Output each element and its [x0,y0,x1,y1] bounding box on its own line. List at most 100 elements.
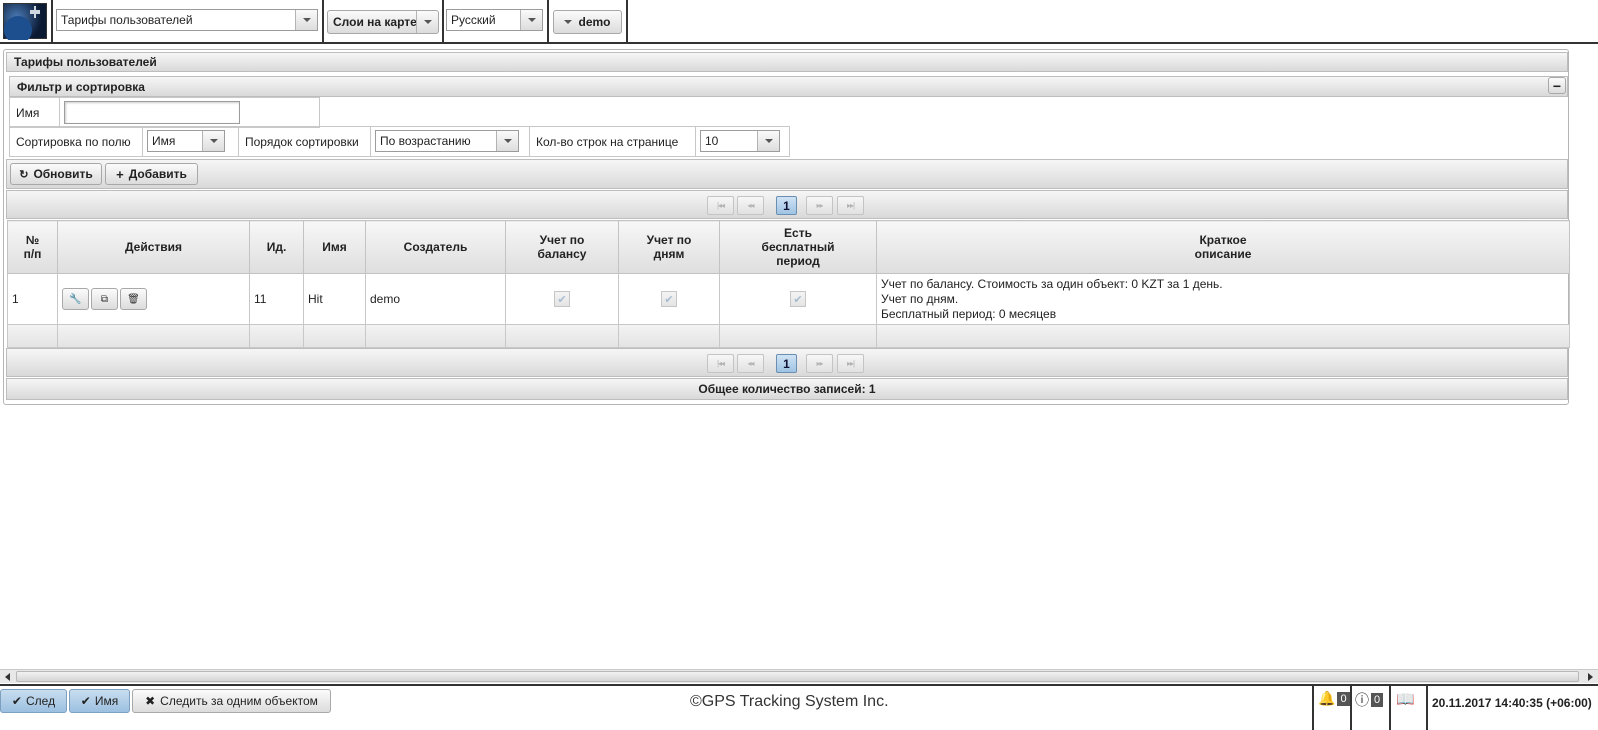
info-indicator[interactable]: ⓘ 0 [1355,690,1384,710]
horizontal-scrollbar[interactable] [0,669,1598,683]
info-icon: ⓘ [1355,692,1369,708]
plus-icon: + [116,166,124,182]
description-line: Учет по балансу. Стоимость за один объек… [881,276,1223,291]
pager-current-page[interactable]: 1 [776,196,797,215]
follow-next-toggle[interactable]: ✔ След [0,689,67,713]
rows-per-page-label: Кол-во строк на странице [529,126,696,157]
add-label: Добавить [128,167,187,181]
scroll-left-arrow[interactable] [0,670,15,683]
rows-per-page-select[interactable]: 10 [700,130,780,152]
balance-checkbox: ✔ [554,291,570,307]
col-header-free-period[interactable]: Есть бесплатный период [719,220,877,274]
cell-balance: ✔ [505,273,619,325]
book-icon[interactable]: 📖 [1396,690,1415,708]
check-icon: ✔ [793,293,803,306]
cell-free-period: ✔ [719,273,877,325]
description-line: Учет по дням. [881,291,959,306]
chevron-down-icon [564,20,573,24]
user-name: demo [578,15,611,29]
module-select[interactable]: Тарифы пользователей [56,9,318,31]
table-footer-row [7,324,1570,348]
datetime: 20.11.2017 14:40:35 (+06:00) [1432,696,1592,710]
chevron-down-icon [520,10,542,30]
filter-header: Фильтр и сортировка [9,76,1568,97]
col-header-num[interactable]: № п/п [7,220,58,274]
edit-button[interactable]: 🔧 [62,288,89,310]
table-header-row: № п/п Действия Ид. Имя Создатель Учет по… [7,220,1570,274]
scroll-right-arrow[interactable] [1583,670,1598,683]
language-select-value: Русский [451,13,496,27]
pager-next-button[interactable]: ▸▸ [806,196,833,215]
total-records-bar: Общее количество записей: 1 [6,378,1568,400]
table-row[interactable]: 1 🔧 ⧉ 🗑 11 Hit demo ✔ ✔ ✔ Учет по балансу.… [7,273,1570,325]
refresh-label: Обновить [33,167,93,181]
sort-field-value: Имя [152,134,176,148]
tariffs-table: № п/п Действия Ид. Имя Создатель Учет по… [7,220,1570,348]
follow-name-label: Имя [94,694,119,708]
chevron-down-icon [496,131,518,151]
follow-single-object-label: Следить за одним объектом [160,694,318,708]
refresh-icon: ↻ [19,168,29,181]
cell-num: 1 [7,273,58,325]
user-menu-button[interactable]: demo [553,10,622,34]
col-header-creator[interactable]: Создатель [365,220,506,274]
map-layers-label: Слои на карте [333,15,417,29]
top-bar: Тарифы пользователей Слои на карте Русск… [0,0,1598,44]
follow-name-toggle[interactable]: ✔ Имя [69,689,130,713]
name-filter-input[interactable] [64,101,240,124]
col-header-balance[interactable]: Учет по балансу [505,220,619,274]
chevron-down-icon [295,10,317,30]
follow-next-label: След [25,694,56,708]
col-header-days[interactable]: Учет по дням [618,220,720,274]
sort-order-select[interactable]: По возрастанию [375,130,519,152]
app-logo [3,3,47,44]
page-title: Тарифы пользователей [14,55,157,69]
free-period-checkbox: ✔ [790,291,806,307]
pager-current-page[interactable]: 1 [776,354,797,373]
col-header-id[interactable]: Ид. [249,220,304,274]
check-icon: ✔ [80,694,91,708]
bottom-bar: ✔ След ✔ Имя ✖ Следить за одним объектом… [0,684,1598,730]
minus-icon: − [1552,77,1562,94]
pager-last-button[interactable]: ▸▸| [837,196,864,215]
rows-per-page-value: 10 [705,134,719,148]
satellite-icon [4,6,40,44]
description-line: Бесплатный период: 0 месяцев [881,306,1057,321]
check-icon: ✔ [557,293,567,306]
module-select-value: Тарифы пользователей [61,13,193,27]
filter-name-row: Имя [9,97,320,128]
panel-header: Тарифы пользователей [6,52,1568,72]
copy-icon: ⧉ [100,293,109,305]
pager-last-button[interactable]: ▸▸| [837,354,864,373]
chevron-down-icon [757,131,779,151]
collapse-filter-button[interactable]: − [1548,77,1566,94]
check-icon: ✔ [11,694,22,708]
add-button[interactable]: + Добавить [105,163,198,185]
pager-prev-button[interactable]: ◂◂ [737,354,764,373]
language-select[interactable]: Русский [446,9,543,31]
notifications-indicator[interactable]: 🔔 0 [1318,690,1350,707]
scroll-thumb[interactable] [16,671,1579,682]
notifications-count: 0 [1337,691,1350,706]
trash-icon: 🗑 [127,293,140,305]
copy-button[interactable]: ⧉ [91,288,118,310]
sort-field-label: Сортировка по полю [9,126,143,157]
pager-prev-button[interactable]: ◂◂ [737,196,764,215]
sort-field-select[interactable]: Имя [147,130,225,152]
col-header-name[interactable]: Имя [303,220,366,274]
map-layers-button[interactable]: Слои на карте [327,10,439,34]
sort-order-label: Порядок сортировки [238,126,371,157]
refresh-button[interactable]: ↻ Обновить [10,163,102,185]
col-header-actions[interactable]: Действия [57,220,250,274]
name-filter-label: Имя [9,97,60,128]
delete-button[interactable]: 🗑 [120,288,147,310]
pager-next-button[interactable]: ▸▸ [806,354,833,373]
cell-id: 11 [249,273,304,325]
filter-title: Фильтр и сортировка [17,79,145,94]
check-icon: ✔ [664,293,674,306]
col-header-description[interactable]: Краткое описание [876,220,1570,274]
bell-icon: 🔔 [1318,690,1336,706]
follow-single-object-toggle[interactable]: ✖ Следить за одним объектом [132,689,331,713]
pager-first-button[interactable]: |◂◂ [707,354,734,373]
pager-first-button[interactable]: |◂◂ [707,196,734,215]
